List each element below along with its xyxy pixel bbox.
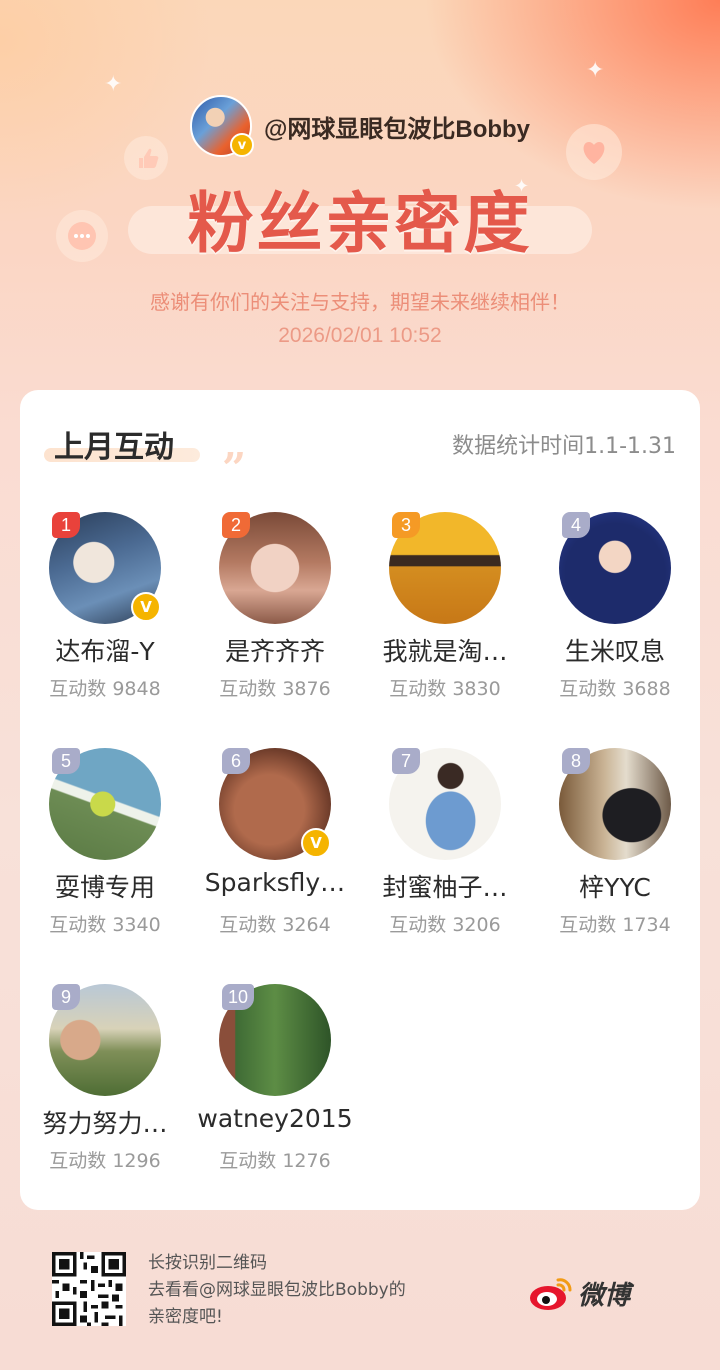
fan-name: 封蜜柚子… (382, 873, 508, 902)
generated-datetime: 2026/02/01 10:52 (278, 324, 442, 347)
rank-badge: 6 (222, 748, 250, 774)
fan-item[interactable]: 5 耍博专用 互动数 3340 (20, 744, 190, 980)
fan-item[interactable]: 10 watney2015 互动数 1276 (190, 980, 360, 1216)
weibo-logo: 微博 (528, 1274, 630, 1312)
rank-badge: 2 (222, 512, 250, 538)
owner-handle[interactable]: @网球显眼包波比Bobby (264, 109, 530, 144)
fan-item[interactable]: 1 V 达布溜-Y 互动数 9848 (20, 508, 190, 744)
rank-badge: 4 (562, 512, 590, 538)
rank-badge: 3 (392, 512, 420, 538)
page-subtitle: 感谢有你们的关注与支持，期望未来继续相伴！ (150, 290, 570, 314)
rank-badge: 5 (52, 748, 80, 774)
fan-item[interactable]: 4 生米叹息 互动数 3688 (530, 508, 700, 744)
fan-name: 耍博专用 (54, 873, 155, 902)
sparkle-icon: ✦ (586, 58, 605, 83)
rank-badge: 7 (392, 748, 420, 774)
verified-badge-icon: V (301, 828, 331, 858)
rank-badge: 10 (222, 984, 254, 1010)
fan-count: 互动数 3876 (219, 678, 331, 700)
header-user: v @网球显眼包波比Bobby (0, 95, 720, 157)
sparkle-icon: ✦ (104, 72, 123, 97)
fan-count: 互动数 3264 (219, 914, 331, 936)
fan-count: 互动数 3830 (389, 678, 501, 700)
rank-badge: 8 (562, 748, 590, 774)
rank-badge: 9 (52, 984, 80, 1010)
fan-name: 我就是淘… (382, 637, 508, 666)
footer-line-2: 去看看@网球显眼包波比Bobby的 (148, 1280, 406, 1300)
footer-line-1: 长按识别二维码 (148, 1253, 267, 1273)
fan-item[interactable]: 2 是齐齐齐 互动数 3876 (190, 508, 360, 744)
fan-item[interactable]: 9 努力努力… 互动数 1296 (20, 980, 190, 1216)
fan-name: 梓YYC (579, 873, 651, 902)
page-title: 粉丝亲密度 (187, 185, 533, 262)
quote-icon: ” (222, 444, 247, 493)
fan-name: 努力努力… (42, 1109, 168, 1138)
fan-name: Sparksfly… (204, 868, 346, 897)
fan-count: 互动数 1296 (49, 1150, 161, 1172)
fan-name: watney2015 (197, 1104, 353, 1133)
footer-instructions: 长按识别二维码 去看看@网球显眼包波比Bobby的 亲密度吧! (148, 1250, 406, 1331)
footer-line-3: 亲密度吧! (148, 1307, 223, 1327)
card-title: 上月互动 (54, 430, 174, 465)
rank-badge: 1 (52, 512, 80, 538)
verified-badge-icon: v (229, 133, 254, 157)
fan-name: 是齐齐齐 (224, 637, 325, 666)
verified-badge-icon: V (131, 592, 161, 622)
weibo-eye-icon (530, 1278, 572, 1310)
owner-avatar[interactable]: v (189, 95, 254, 157)
fan-item[interactable]: 6 V Sparksfly… 互动数 3264 (190, 744, 360, 980)
fan-count: 互动数 3340 (49, 914, 161, 936)
fan-count: 互动数 3206 (389, 914, 501, 936)
fan-name: 生米叹息 (564, 637, 665, 666)
qr-code[interactable] (52, 1252, 126, 1326)
fan-item[interactable]: 3 我就是淘… 互动数 3830 (360, 508, 530, 744)
weibo-brand-text: 微博 (578, 1280, 631, 1311)
fan-name: 达布溜-Y (55, 637, 155, 666)
fan-count: 互动数 3688 (559, 678, 671, 700)
fan-count: 互动数 1276 (219, 1150, 331, 1172)
card-header: 上月互动 ” (44, 426, 246, 493)
interaction-card: 上月互动 ” 数据统计时间1.1-1.31 1 V 达布溜-Y 互动数 9848… (20, 390, 700, 1210)
fan-count: 互动数 1734 (559, 914, 671, 936)
stat-period: 数据统计时间1.1-1.31 (452, 434, 676, 459)
fan-count: 互动数 9848 (49, 678, 161, 700)
fan-item[interactable]: 7 封蜜柚子… 互动数 3206 (360, 744, 530, 980)
fan-item[interactable]: 8 梓YYC 互动数 1734 (530, 744, 700, 980)
